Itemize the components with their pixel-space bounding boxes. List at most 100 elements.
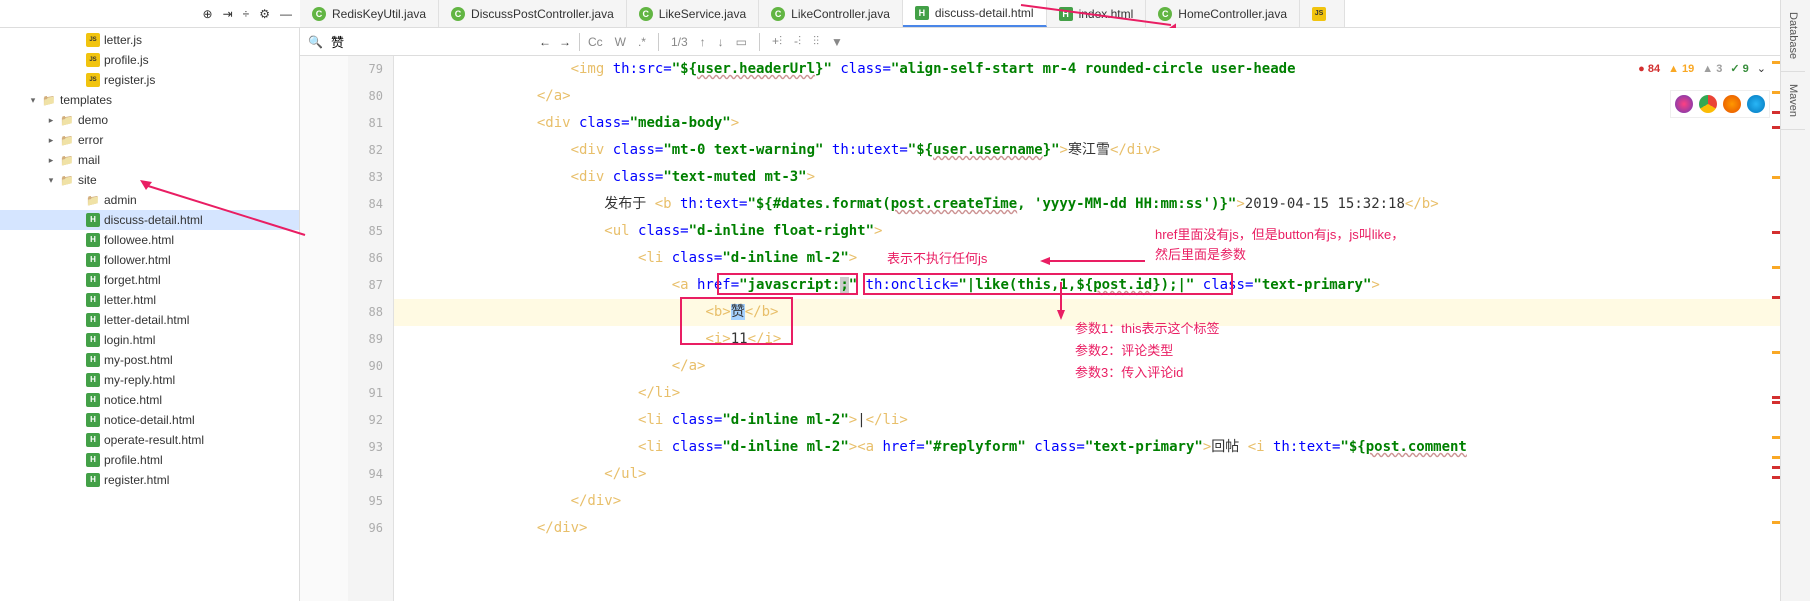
tab-label: discuss-detail.html (935, 6, 1034, 20)
tree-item-letter-detail.html[interactable]: Hletter-detail.html (0, 310, 299, 330)
tree-item-discuss-detail.html[interactable]: Hdiscuss-detail.html (0, 210, 299, 230)
tree-item-followee.html[interactable]: Hfollowee.html (0, 230, 299, 250)
error-stripe[interactable] (1770, 56, 1780, 601)
collapse-icon[interactable]: ⇥ (223, 7, 233, 21)
remove-sel-icon[interactable]: -⫶ (794, 34, 801, 49)
project-tree[interactable]: JSletter.jsJSprofile.jsJSregister.js▾tem… (0, 28, 300, 601)
tree-item-my-reply.html[interactable]: Hmy-reply.html (0, 370, 299, 390)
tab-DiscussPostController.java[interactable]: CDiscussPostController.java (439, 0, 627, 27)
firefox-icon[interactable] (1723, 95, 1741, 113)
select-all-icon[interactable]: ▭ (736, 35, 747, 49)
tree-item-admin[interactable]: admin (0, 190, 299, 210)
tree-item-profile.html[interactable]: Hprofile.html (0, 450, 299, 470)
chrome-icon[interactable] (1699, 95, 1717, 113)
tree-label: mail (78, 153, 100, 167)
up-icon[interactable]: ↑ (700, 35, 706, 49)
line-number[interactable]: 85 (348, 218, 383, 245)
prev-match-icon[interactable]: ← (539, 35, 551, 49)
tab-LikeService.java[interactable]: CLikeService.java (627, 0, 759, 27)
tree-item-my-post.html[interactable]: Hmy-post.html (0, 350, 299, 370)
line-number[interactable]: 80 (348, 83, 383, 110)
tree-item-error[interactable]: ▸error (0, 130, 299, 150)
line-number[interactable]: 83 (348, 164, 383, 191)
fold-gutter (300, 56, 348, 601)
expand-icon[interactable]: ÷ (243, 7, 250, 21)
match-case-toggle[interactable]: Cc (588, 35, 603, 49)
editor[interactable]: 798081828384858687888990919293949596 <im… (300, 56, 1780, 601)
tree-label: login.html (104, 333, 155, 347)
tree-item-site[interactable]: ▾site (0, 170, 299, 190)
search-input[interactable] (331, 34, 531, 49)
tree-label: my-post.html (104, 353, 173, 367)
tab-more[interactable]: JS (1300, 0, 1345, 27)
tree-item-mail[interactable]: ▸ mail (0, 150, 299, 170)
tab-discuss-detail.html[interactable]: Hdiscuss-detail.html (903, 0, 1047, 27)
chevron-icon[interactable]: ▾ (28, 95, 38, 106)
line-number[interactable]: 94 (348, 461, 383, 488)
chevron-down-icon[interactable]: ⌄ (1757, 62, 1766, 75)
line-number[interactable]: 84 (348, 191, 383, 218)
target-icon[interactable]: ⊕ (203, 7, 213, 21)
file-icon: H (86, 273, 100, 287)
inspection-indicators[interactable]: ● 84 ▲ 19 ▲ 3 ✓ 9 ⌄ (1634, 60, 1770, 77)
tab-index.html[interactable]: Hindex.html (1047, 0, 1147, 27)
line-number[interactable]: 81 (348, 110, 383, 137)
line-number[interactable]: 95 (348, 488, 383, 515)
tree-item-letter.js[interactable]: JSletter.js (0, 30, 299, 50)
tree-item-operate-result.html[interactable]: Hoperate-result.html (0, 430, 299, 450)
tab-LikeController.java[interactable]: CLikeController.java (759, 0, 903, 27)
tree-item-notice-detail.html[interactable]: Hnotice-detail.html (0, 410, 299, 430)
intellij-icon[interactable] (1675, 95, 1693, 113)
edge-icon[interactable] (1747, 95, 1765, 113)
hide-icon[interactable]: — (280, 7, 292, 21)
file-icon: H (86, 393, 100, 407)
line-number[interactable]: 91 (348, 380, 383, 407)
line-number[interactable]: 86 (348, 245, 383, 272)
maven-tool[interactable]: Maven (1781, 72, 1805, 130)
tree-item-letter.html[interactable]: Hletter.html (0, 290, 299, 310)
file-icon: JS (86, 73, 100, 87)
line-number[interactable]: 88 (348, 299, 383, 326)
tree-item-login.html[interactable]: Hlogin.html (0, 330, 299, 350)
open-in-browser[interactable] (1670, 90, 1770, 118)
chevron-icon[interactable]: ▸ (46, 155, 56, 166)
line-number[interactable]: 82 (348, 137, 383, 164)
whole-word-toggle[interactable]: W (615, 35, 626, 49)
tree-item-notice.html[interactable]: Hnotice.html (0, 390, 299, 410)
line-number[interactable]: 87 (348, 272, 383, 299)
tree-item-templates[interactable]: ▾templates (0, 90, 299, 110)
chevron-icon[interactable]: ▾ (46, 175, 56, 186)
database-tool[interactable]: Database (1781, 0, 1805, 72)
line-number[interactable]: 93 (348, 434, 383, 461)
code-area[interactable]: <img th:src="${user.headerUrl}" class="a… (394, 56, 1780, 601)
select-occur-icon[interactable]: ⫶⫶ (813, 34, 819, 49)
tree-item-forget.html[interactable]: Hforget.html (0, 270, 299, 290)
tree-item-demo[interactable]: ▸demo (0, 110, 299, 130)
line-number[interactable]: 89 (348, 326, 383, 353)
typo-count[interactable]: ✓ 9 (1730, 62, 1748, 75)
regex-toggle[interactable]: .* (638, 35, 646, 49)
weak-warning-count[interactable]: ▲ 3 (1702, 63, 1722, 75)
tab-RedisKeyUtil.java[interactable]: CRedisKeyUtil.java (300, 0, 439, 27)
tab-HomeController.java[interactable]: CHomeController.java (1146, 0, 1300, 27)
chevron-icon[interactable]: ▸ (46, 135, 56, 146)
tree-item-profile.js[interactable]: JSprofile.js (0, 50, 299, 70)
filter-icon[interactable]: ▼ (831, 35, 843, 49)
line-number[interactable]: 96 (348, 515, 383, 542)
line-number[interactable]: 90 (348, 353, 383, 380)
tree-label: letter.js (104, 33, 142, 47)
tree-item-follower.html[interactable]: Hfollower.html (0, 250, 299, 270)
tree-label: discuss-detail.html (104, 213, 203, 227)
next-match-icon[interactable]: → (559, 35, 571, 49)
line-number[interactable]: 79 (348, 56, 383, 83)
tree-item-register.html[interactable]: Hregister.html (0, 470, 299, 490)
gear-icon[interactable]: ⚙ (259, 7, 270, 21)
warning-count[interactable]: ▲ 19 (1668, 63, 1694, 75)
add-sel-icon[interactable]: +⫶ (772, 34, 782, 49)
line-number[interactable]: 92 (348, 407, 383, 434)
tree-item-register.js[interactable]: JSregister.js (0, 70, 299, 90)
file-icon: H (86, 313, 100, 327)
down-icon[interactable]: ↓ (718, 35, 724, 49)
chevron-icon[interactable]: ▸ (46, 115, 56, 126)
error-count[interactable]: ● 84 (1638, 63, 1660, 75)
